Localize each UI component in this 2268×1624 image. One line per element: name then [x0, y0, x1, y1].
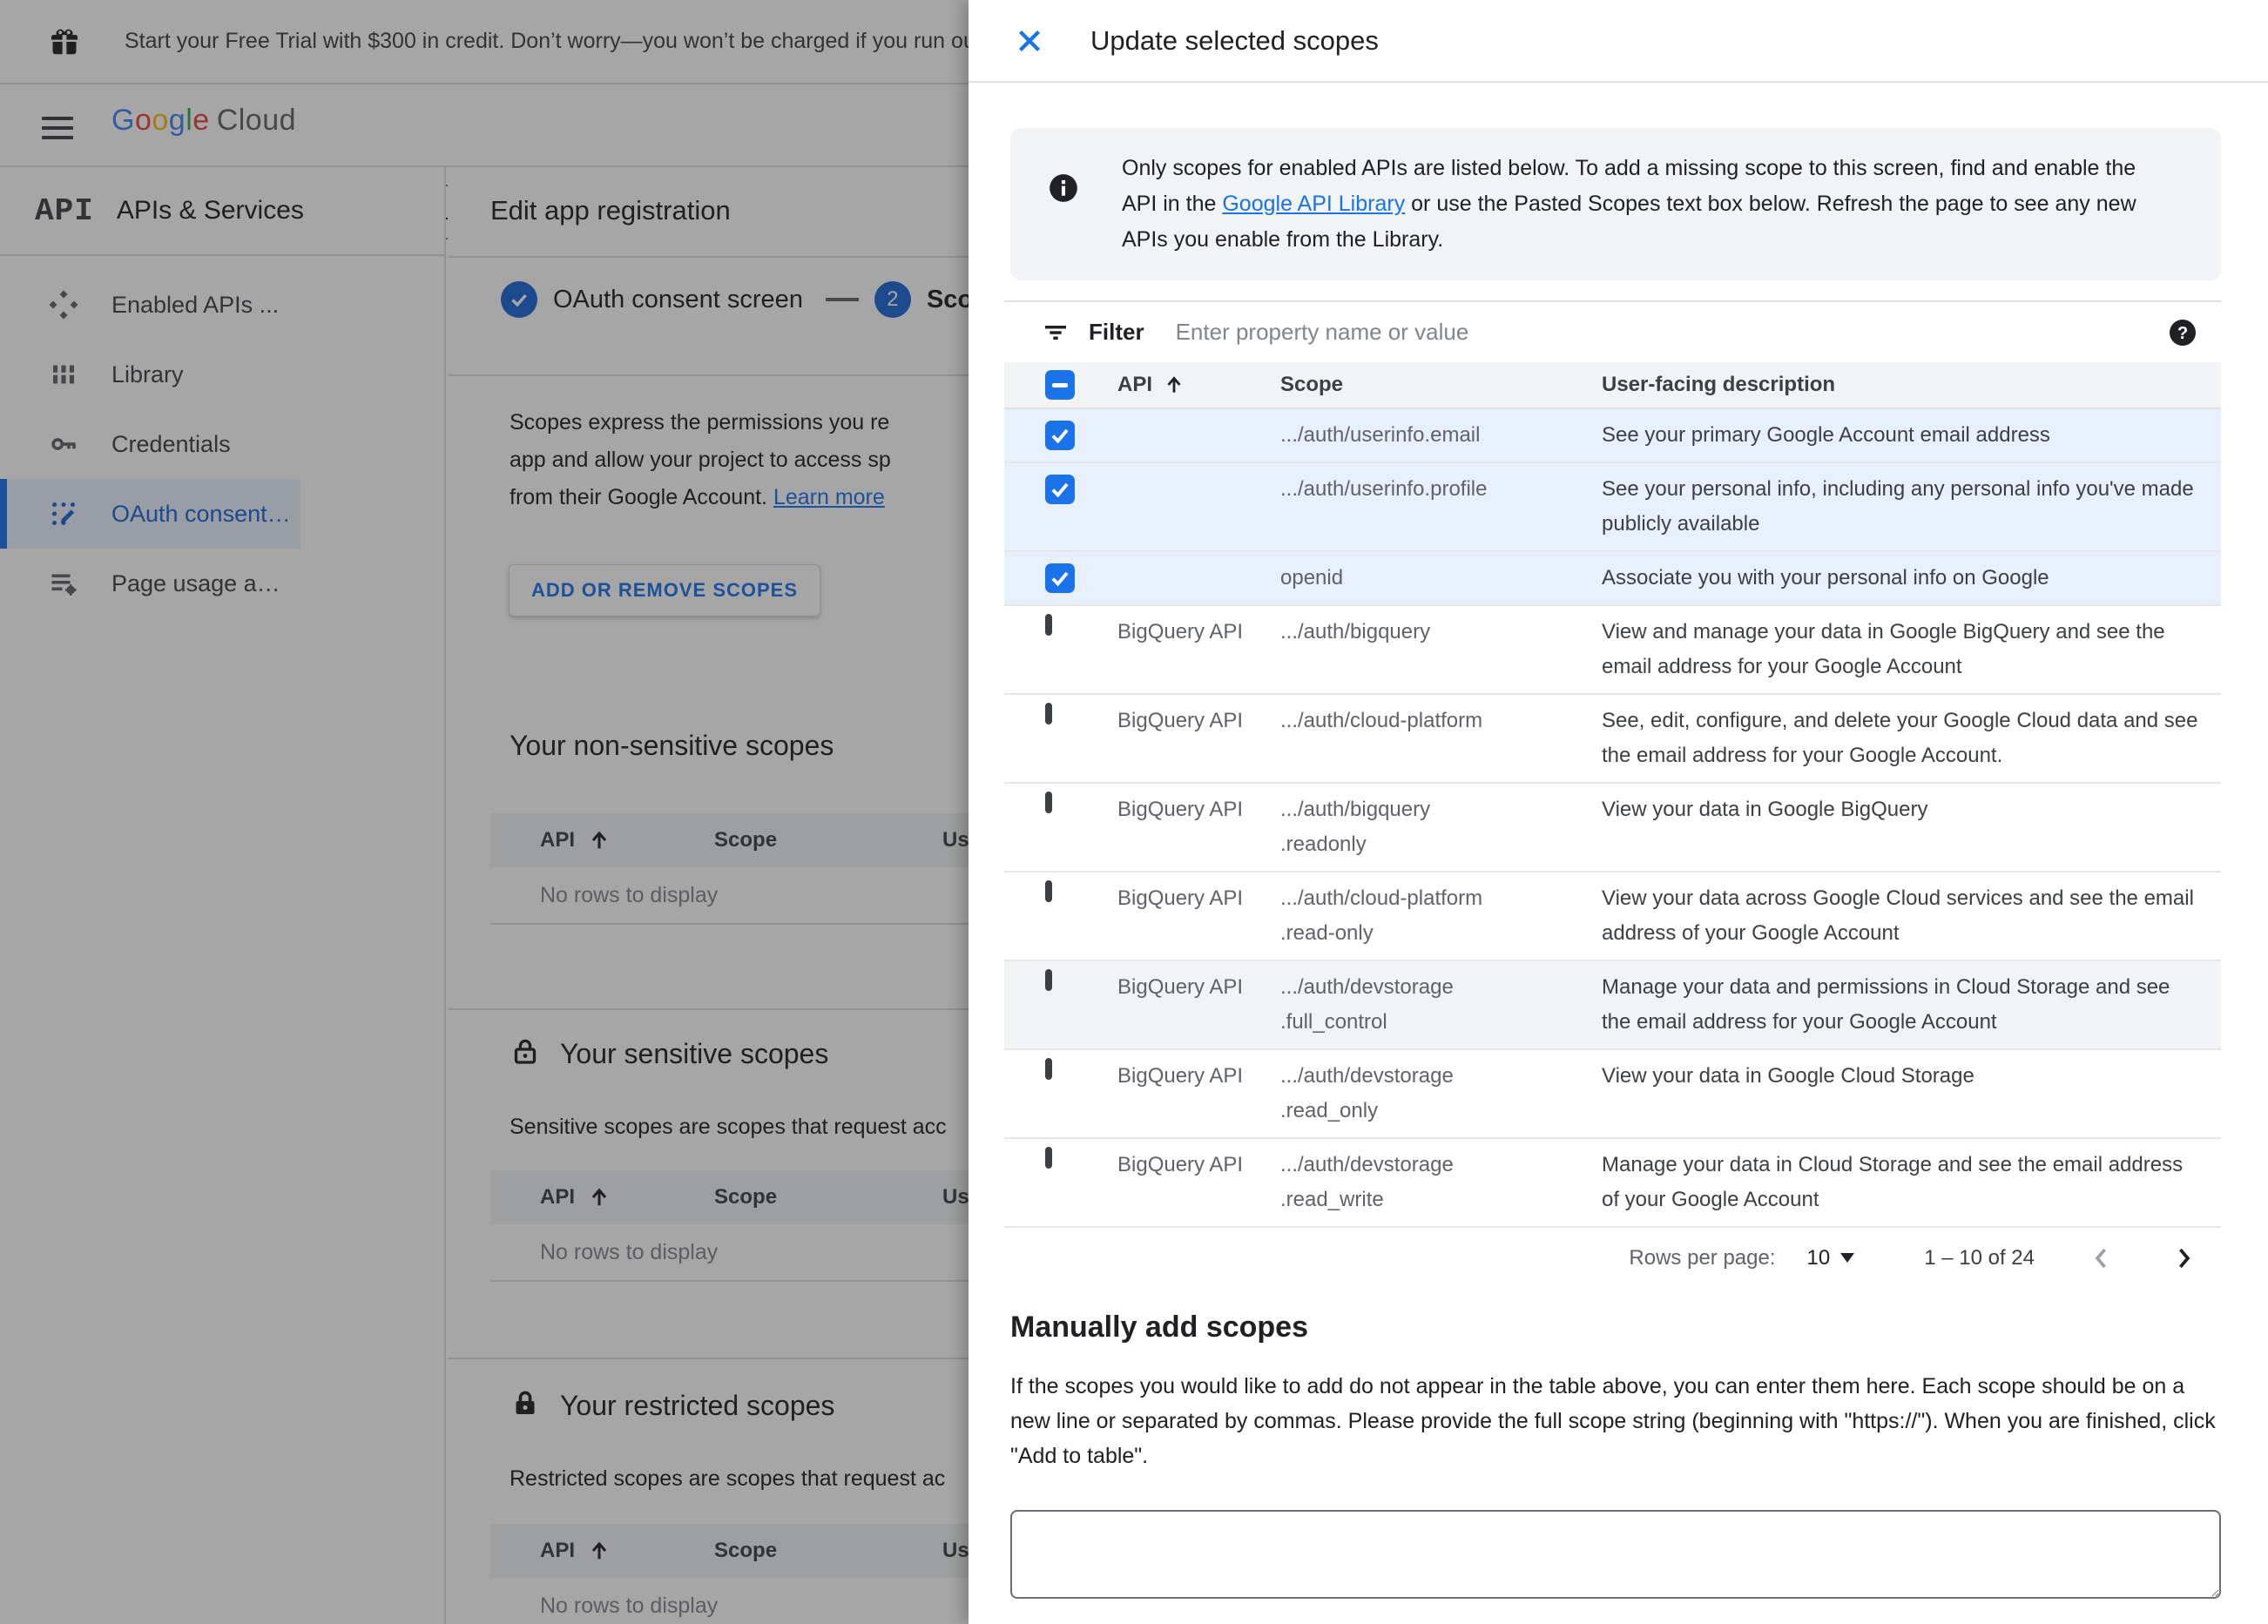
- scope-description: See your personal info, including any pe…: [1602, 477, 2194, 536]
- scope-description: View your data across Google Cloud servi…: [1602, 886, 2194, 945]
- scope-row: openid Associate you with your personal …: [1004, 552, 2221, 606]
- manual-scopes-textarea[interactable]: [1010, 1510, 2221, 1599]
- scope-description: See your primary Google Account email ad…: [1602, 423, 2050, 447]
- scope-value: .../auth/cloud-platform: [1280, 709, 1483, 732]
- scope-api: BigQuery API: [1117, 1153, 1244, 1176]
- scope-value: openid: [1280, 566, 1344, 590]
- scope-value: .../auth/userinfo.email: [1280, 423, 1481, 447]
- scope-description: Manage your data and permissions in Clou…: [1602, 975, 2170, 1034]
- update-scopes-panel: Update selected scopes Only scopes for e…: [969, 0, 2268, 1624]
- scope-description: See, edit, configure, and delete your Go…: [1602, 709, 2198, 767]
- column-description[interactable]: User-facing description: [1602, 373, 2221, 397]
- scope-value: .../auth/userinfo.profile: [1280, 477, 1488, 501]
- scope-api: BigQuery API: [1117, 1064, 1244, 1088]
- info-banner: Only scopes for enabled APIs are listed …: [1010, 128, 2221, 280]
- screen: Start your Free Trial with $300 in credi…: [0, 0, 2268, 1624]
- scope-checkbox[interactable]: [1045, 969, 1052, 991]
- scope-value: .../auth/cloud-platform .read-only: [1280, 886, 1483, 945]
- scope-api: BigQuery API: [1117, 798, 1244, 821]
- chevron-down-icon: [1840, 1253, 1855, 1263]
- close-icon[interactable]: [1014, 25, 1045, 57]
- scope-checkbox[interactable]: [1045, 421, 1075, 450]
- previous-page-icon[interactable]: [2087, 1243, 2116, 1273]
- scope-checkbox[interactable]: [1045, 475, 1075, 504]
- filter-input[interactable]: Enter property name or value: [1176, 319, 2167, 346]
- scope-row: BigQuery API .../auth/devstorage .read_on…: [1004, 1050, 2221, 1139]
- scope-value: .../auth/bigquery .readonly: [1280, 798, 1431, 856]
- help-icon[interactable]: ?: [2167, 317, 2198, 348]
- manually-add-scopes-title: Manually add scopes: [1010, 1311, 1308, 1344]
- scope-api: BigQuery API: [1117, 886, 1244, 910]
- scope-description: View and manage your data in Google BigQ…: [1602, 620, 2165, 678]
- svg-text:?: ?: [2177, 324, 2188, 343]
- scope-checkbox[interactable]: [1045, 1147, 1052, 1169]
- scope-row: .../auth/userinfo.profile See your perso…: [1004, 463, 2221, 552]
- scope-api: BigQuery API: [1117, 620, 1244, 644]
- rows-per-page-select[interactable]: 10: [1807, 1246, 1855, 1270]
- scope-value: .../auth/devstorage .read_write: [1280, 1153, 1454, 1211]
- manually-add-scopes-description: If the scopes you would like to add do n…: [1010, 1374, 2216, 1468]
- google-api-library-link[interactable]: Google API Library: [1222, 192, 1405, 216]
- scope-checkbox[interactable]: [1045, 703, 1052, 724]
- filter-label: Filter: [1089, 319, 1144, 345]
- scope-row: .../auth/userinfo.email See your primary…: [1004, 409, 2221, 463]
- select-all-checkbox[interactable]: [1045, 370, 1075, 400]
- scope-row: BigQuery API .../auth/devstorage .read_wr…: [1004, 1139, 2221, 1228]
- scope-description: Associate you with your personal info on…: [1602, 566, 2049, 590]
- panel-header: Update selected scopes: [969, 0, 2268, 83]
- scope-value: .../auth/devstorage .full_control: [1280, 975, 1454, 1034]
- scope-checkbox[interactable]: [1045, 614, 1052, 636]
- scope-api: BigQuery API: [1117, 709, 1244, 732]
- scope-checkbox[interactable]: [1045, 792, 1052, 813]
- scope-row: BigQuery API .../auth/devstorage .full_co…: [1004, 961, 2221, 1050]
- scope-checkbox[interactable]: [1045, 1058, 1052, 1080]
- overlay-scrim[interactable]: [0, 0, 969, 1624]
- scope-row: BigQuery API .../auth/bigquery .readonly …: [1004, 784, 2221, 873]
- panel-title: Update selected scopes: [1090, 24, 1379, 56]
- scope-description: Manage your data in Cloud Storage and se…: [1602, 1153, 2184, 1211]
- scope-row: BigQuery API .../auth/bigquery View and …: [1004, 606, 2221, 695]
- filter-bar: Filter Enter property name or value ?: [1004, 300, 2221, 362]
- scope-checkbox[interactable]: [1045, 880, 1052, 902]
- column-scope[interactable]: Scope: [1280, 373, 1602, 397]
- next-page-icon[interactable]: [2169, 1243, 2198, 1273]
- scopes-table: Filter Enter property name or value ? AP…: [1004, 300, 2221, 1288]
- scope-row: BigQuery API .../auth/cloud-platform .rea…: [1004, 873, 2221, 961]
- column-api[interactable]: API: [1117, 373, 1152, 397]
- pagination-range: 1 – 10 of 24: [1924, 1245, 2035, 1270]
- rows-per-page-label: Rows per page:: [1629, 1245, 1776, 1270]
- filter-icon: [1042, 319, 1070, 347]
- scope-value: .../auth/devstorage .read_only: [1280, 1064, 1454, 1122]
- info-text: Only scopes for enabled APIs are listed …: [1122, 156, 2136, 252]
- scope-checkbox[interactable]: [1045, 563, 1075, 593]
- scope-row: BigQuery API .../auth/cloud-platform See…: [1004, 695, 2221, 784]
- scope-value: .../auth/bigquery: [1280, 620, 1431, 644]
- scope-description: View your data in Google BigQuery: [1602, 798, 1928, 821]
- pagination-bar: Rows per page: 10 1 – 10 of 24: [1004, 1228, 2221, 1288]
- sort-ascending-icon: [1167, 376, 1181, 393]
- info-icon: [1047, 172, 1080, 258]
- scope-api: BigQuery API: [1117, 975, 1244, 999]
- table-header-row: API Scope User-facing description: [1004, 362, 2221, 409]
- scope-description: View your data in Google Cloud Storage: [1602, 1064, 1974, 1088]
